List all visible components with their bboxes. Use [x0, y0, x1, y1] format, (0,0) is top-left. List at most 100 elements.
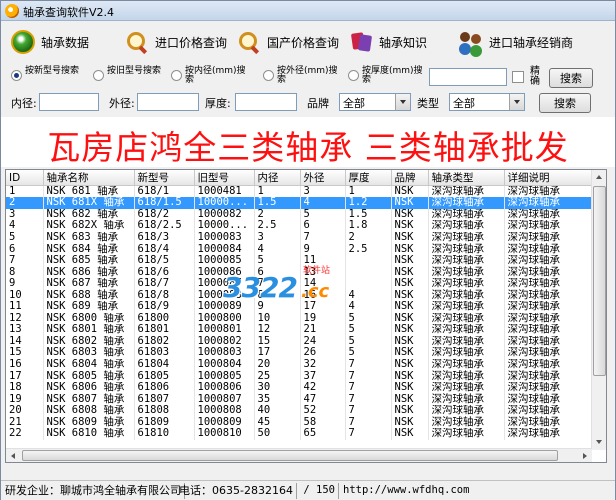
bearing-knowledge-button[interactable]: 轴承知识 [349, 28, 427, 56]
table-cell: 1000804 [194, 358, 255, 371]
table-row[interactable]: 20 NSK 6808 轴承 61808 1000808 40 52 7 NSK 深沟球轴承 深沟… [6, 404, 592, 417]
scroll-left-icon[interactable] [6, 449, 21, 462]
table-cell: NSK [391, 254, 429, 267]
scroll-down-icon[interactable] [592, 435, 606, 450]
domestic-price-label: 国产价格查询 [267, 35, 340, 50]
table-cell: NSK 6800 轴承 [43, 312, 135, 325]
exact-checkbox[interactable] [512, 71, 524, 83]
table-cell: NSK 684 轴承 [43, 243, 135, 255]
column-header[interactable]: 旧型号 [194, 170, 255, 186]
scroll-right-icon[interactable] [577, 449, 592, 462]
column-header[interactable]: ID [6, 170, 44, 186]
bearing-data-button[interactable]: 轴承数据 [11, 28, 89, 56]
filter-row: 内径: 外径: 厚度: 品牌 全部 类型 全部 搜索 [1, 92, 615, 114]
radio-dot[interactable] [93, 70, 104, 81]
table-row[interactable]: 2 NSK 681X 轴承 618/1.5 10000... 1.5 4 1.2 NSK 深沟球… [6, 197, 592, 209]
table-row[interactable]: 6 NSK 684 轴承 618/4 1000084 4 9 2.5 NSK 深沟球轴承 深沟球轴… [6, 243, 592, 255]
table-cell: 深沟球轴承 [428, 289, 505, 301]
table-cell: 1000809 [194, 416, 255, 428]
bearing-knowledge-label: 轴承知识 [379, 35, 428, 50]
table-row[interactable]: 1 NSK 681 轴承 618/1 1000481 1 3 1 NSK 深沟球轴承 深沟球轴承 [6, 185, 592, 198]
table-cell: 11 [6, 300, 44, 313]
column-header[interactable]: 轴承类型 [428, 170, 505, 186]
table-row[interactable]: 21 NSK 6809 轴承 61809 1000809 45 58 7 NSK 深沟球轴承 深沟… [6, 416, 592, 428]
table-cell: 12 [254, 324, 301, 336]
column-header[interactable]: 品牌 [391, 170, 429, 186]
table-cell: NSK [391, 416, 429, 428]
table-cell: 2 [6, 197, 44, 209]
outer-diameter-input[interactable] [137, 93, 199, 111]
table-cell: 20 [254, 358, 301, 371]
chevron-down-icon[interactable] [395, 94, 410, 110]
table-cell: 6 [300, 220, 346, 232]
table-row[interactable]: 18 NSK 6806 轴承 61806 1000806 30 42 7 NSK 深沟球轴承 深沟… [6, 381, 592, 394]
radio-dot[interactable] [263, 70, 274, 81]
horizontal-scrollbar[interactable] [6, 448, 592, 462]
column-header[interactable]: 外径 [300, 170, 346, 186]
import-dealer-button[interactable]: 进口轴承经销商 [459, 28, 573, 56]
type-label: 类型 [417, 97, 439, 110]
column-header[interactable]: 新型号 [134, 170, 195, 186]
column-header[interactable]: 内径 [254, 170, 301, 186]
table-cell: 47 [300, 393, 346, 405]
search-button[interactable]: 搜索 [549, 68, 593, 88]
table-cell: 1000806 [194, 381, 255, 394]
scroll-up-icon[interactable] [592, 170, 606, 185]
import-price-button[interactable]: 进口价格查询 [125, 28, 227, 56]
table-row[interactable]: 15 NSK 6803 轴承 61803 1000803 17 26 5 NSK 深沟球轴承 深沟… [6, 347, 592, 359]
radio-old-model[interactable]: 按旧型号搜索 [93, 67, 161, 81]
domestic-price-button[interactable]: 国产价格查询 [237, 28, 339, 56]
vertical-scrollbar[interactable] [591, 170, 606, 450]
column-header[interactable]: 轴承名称 [43, 170, 135, 186]
type-select[interactable]: 全部 [449, 93, 525, 111]
table-row[interactable]: 14 NSK 6802 轴承 61802 1000802 15 24 5 NSK 深沟球轴承 深沟… [6, 335, 592, 348]
table-cell: 40 [254, 404, 301, 417]
table-cell: NSK [391, 335, 429, 348]
chevron-down-icon[interactable] [509, 94, 524, 110]
column-header[interactable]: 详细说明 [504, 170, 592, 186]
app-window: 轴承查询软件V2.4 轴承数据 进口价格查询 国产价格查询 轴承知识 进口轴承经… [0, 0, 616, 500]
table-cell: 深沟球轴承 [428, 197, 505, 209]
table-row[interactable]: 3 NSK 682 轴承 618/2 1000082 2 5 1.5 NSK 深沟球轴承 深沟球轴… [6, 208, 592, 221]
radio-dot[interactable] [171, 70, 182, 81]
table-row[interactable]: 13 NSK 6801 轴承 61801 1000801 12 21 5 NSK 深沟球轴承 深沟… [6, 324, 592, 336]
table-cell: 深沟球轴承 [504, 358, 592, 371]
search-icon [125, 30, 149, 54]
keyword-input[interactable] [429, 68, 507, 86]
radio-outer-diameter[interactable]: 按外径(mm)搜索 [263, 67, 343, 85]
thickness-input[interactable] [235, 93, 297, 111]
table-cell: 1000810 [194, 427, 255, 440]
table-row[interactable]: 17 NSK 6805 轴承 61805 1000805 25 37 7 NSK 深沟球轴承 深沟… [6, 370, 592, 382]
window-title: 轴承查询软件V2.4 [23, 6, 115, 19]
radio-new-model[interactable]: 按新型号搜索 [11, 67, 79, 81]
horizontal-scroll-thumb[interactable] [22, 450, 558, 461]
table-row[interactable]: 5 NSK 683 轴承 618/3 1000083 3 7 2 NSK 深沟球轴承 深沟球轴承 [6, 231, 592, 244]
radio-thickness[interactable]: 按厚度(mm)搜索 [348, 67, 428, 85]
table-cell: NSK 683 轴承 [43, 231, 135, 244]
radio-dot[interactable] [11, 70, 22, 81]
table-cell: 19 [6, 393, 44, 405]
brand-select[interactable]: 全部 [339, 93, 411, 111]
vertical-scroll-thumb[interactable] [593, 186, 606, 376]
table-row[interactable]: 16 NSK 6804 轴承 61804 1000804 20 32 7 NSK 深沟球轴承 深沟… [6, 358, 592, 371]
table-row[interactable]: 4 NSK 682X 轴承 618/2.5 10000... 2.5 6 1.8 NSK 深沟球… [6, 220, 592, 232]
table-row[interactable]: 22 NSK 6810 轴承 61810 1000810 50 65 7 NSK 深沟球轴承 深沟… [6, 427, 592, 440]
radio-inner-diameter[interactable]: 按内径(mm)搜索 [171, 67, 251, 85]
table-row[interactable]: 12 NSK 6800 轴承 61800 1000800 10 19 5 NSK 深沟球轴承 深沟… [6, 312, 592, 325]
table-cell: NSK [391, 300, 429, 313]
table-cell: 30 [254, 381, 301, 394]
table-row[interactable]: 19 NSK 6807 轴承 61807 1000807 35 47 7 NSK 深沟球轴承 深沟… [6, 393, 592, 405]
table-cell: NSK [391, 208, 429, 221]
table-cell: 深沟球轴承 [428, 370, 505, 382]
table-cell: 5 [345, 312, 392, 325]
column-header[interactable]: 厚度 [345, 170, 392, 186]
table-cell: 1000084 [194, 243, 255, 255]
table-cell: 7 [345, 427, 392, 440]
radio-dot[interactable] [348, 70, 359, 81]
filter-search-button[interactable]: 搜索 [539, 93, 591, 113]
radio-label: 按新型号搜索 [25, 66, 80, 76]
table-cell: NSK [391, 312, 429, 325]
table-cell: 深沟球轴承 [428, 220, 505, 232]
inner-diameter-input[interactable] [39, 93, 99, 111]
table-cell: 深沟球轴承 [504, 404, 592, 417]
